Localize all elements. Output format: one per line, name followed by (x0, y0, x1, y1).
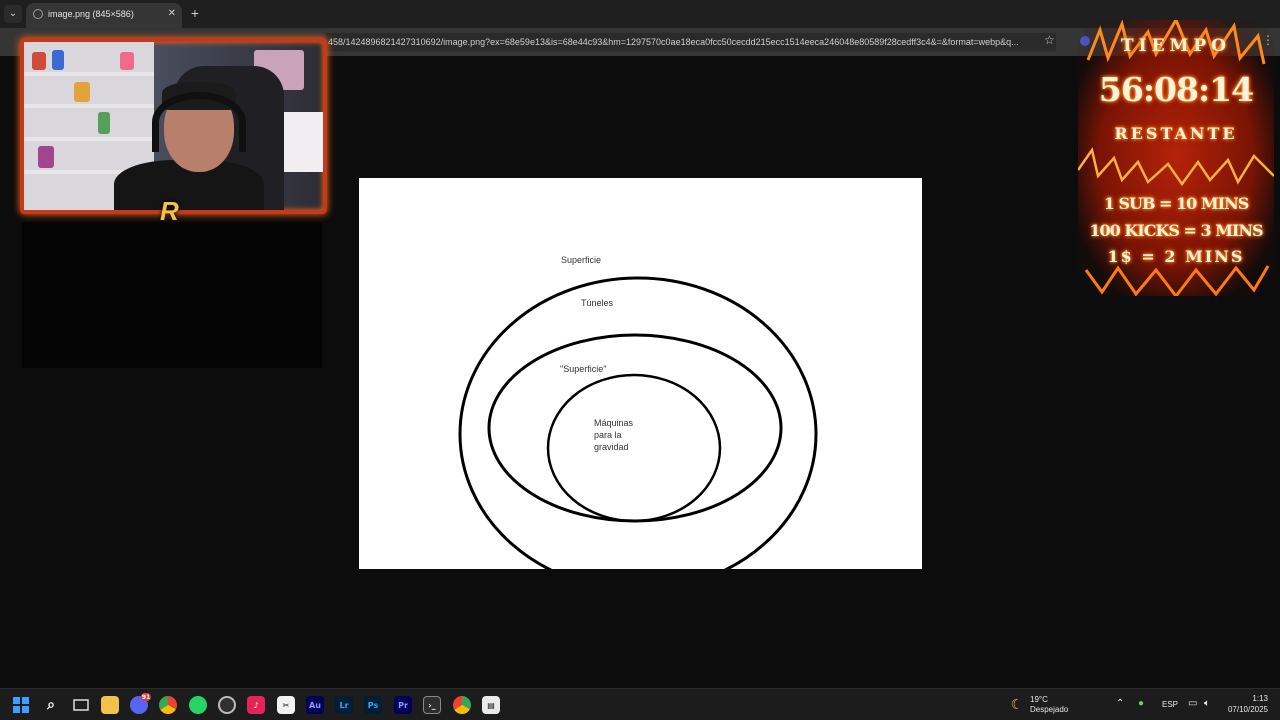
toy (74, 82, 90, 102)
subathon-timer: TIEMPO 56:08:14 RESTANTE 1 SUB = 10 MINS… (1078, 20, 1274, 296)
timer-value: 56:08:14 (1098, 70, 1254, 109)
address-bar[interactable]: 458/1424896821427310692/image.png?ex=68e… (326, 33, 1056, 51)
tab-dropdown-icon[interactable]: ⌄ (4, 5, 22, 23)
label-gravidad: gravidad (594, 442, 629, 452)
screen: ⌄ image.png (845×586) ✕ + 458/1424896821… (0, 0, 1280, 720)
concentric-diagram (458, 276, 818, 569)
lightroom-icon[interactable]: Lr (335, 696, 353, 714)
chevron-up-icon[interactable]: ⌃ (1116, 699, 1124, 709)
toy (38, 146, 54, 168)
new-tab-plus-icon[interactable]: + (188, 4, 202, 22)
discord-badge: 91 (141, 693, 151, 701)
audition-icon[interactable]: Au (306, 696, 324, 714)
search-icon[interactable]: ⌕ (42, 696, 60, 714)
task-view-icon[interactable] (72, 696, 90, 714)
shelf-board (24, 104, 154, 108)
shelf-board (24, 137, 154, 141)
image-favicon-icon (33, 9, 43, 19)
timer-subheading: RESTANTE (1114, 124, 1238, 143)
black-panel (22, 222, 322, 368)
image-canvas: Superficie Túneles "Superficie" Máquinas… (359, 178, 922, 569)
premiere-icon[interactable]: Pr (394, 696, 412, 714)
clock-date[interactable]: 07/10/2025 (1222, 705, 1268, 715)
timer-heading: TIEMPO (1121, 36, 1231, 56)
file-explorer-icon[interactable] (101, 696, 119, 714)
star-icon[interactable]: ☆ (1044, 33, 1055, 47)
webcam-overlay (20, 38, 327, 214)
browser-tab[interactable]: image.png (845×586) ✕ (26, 3, 182, 28)
obs-icon[interactable] (218, 696, 236, 714)
toy (120, 52, 134, 70)
outer-ellipse (458, 276, 818, 569)
chrome-alt-icon[interactable] (453, 696, 471, 714)
label-inner-superficie: "Superficie" (560, 364, 607, 374)
capcut-icon[interactable]: ✂ (277, 696, 295, 714)
clock-time[interactable]: 1:13 (1226, 694, 1268, 704)
chrome-icon[interactable] (159, 696, 177, 714)
tab-title: image.png (845×586) (48, 9, 134, 19)
toy (98, 112, 110, 134)
timer-rule-sub: 1 SUB = 10 MINS (1103, 194, 1250, 213)
network-icon[interactable]: ▭ (1188, 699, 1197, 709)
timer-rule-kicks: 100 KICKS = 3 MINS (1089, 221, 1263, 240)
microphone-icon[interactable]: ● (1138, 699, 1144, 709)
windows-start-icon[interactable] (12, 696, 30, 714)
label-para-la: para la (594, 430, 622, 440)
volume-icon[interactable]: 🔈︎ (1204, 699, 1210, 709)
shelf-board (24, 72, 154, 76)
weather-temp: 19°C (1030, 695, 1048, 704)
toy (52, 50, 64, 70)
label-maquinas: Máquinas (594, 418, 634, 428)
moon-weather-icon: ☾ (1010, 697, 1024, 713)
headset (152, 92, 246, 152)
toy (32, 52, 46, 70)
clapper-icon[interactable]: ▤ (482, 696, 500, 714)
inner-ellipse (546, 373, 722, 523)
language-indicator[interactable]: ESP (1162, 700, 1178, 710)
label-tuneles: Túneles (581, 298, 614, 308)
taskbar: ⌕ 91 ♪ ✂ Au Lr Ps Pr ›_ ▤ ☾ 19°C Despeja… (0, 688, 1280, 720)
whatsapp-icon[interactable] (189, 696, 207, 714)
middle-ellipse (487, 333, 783, 523)
close-icon[interactable]: ✕ (168, 3, 176, 25)
label-superficie: Superficie (561, 255, 602, 265)
timer-rule-dollar: 1$ = 2 MINS (1107, 247, 1245, 266)
tiktok-icon[interactable]: ♪ (247, 696, 265, 714)
photoshop-icon[interactable]: Ps (364, 696, 382, 714)
weather-desc: Despejado (1030, 705, 1069, 714)
terminal-icon[interactable]: ›_ (423, 696, 441, 714)
